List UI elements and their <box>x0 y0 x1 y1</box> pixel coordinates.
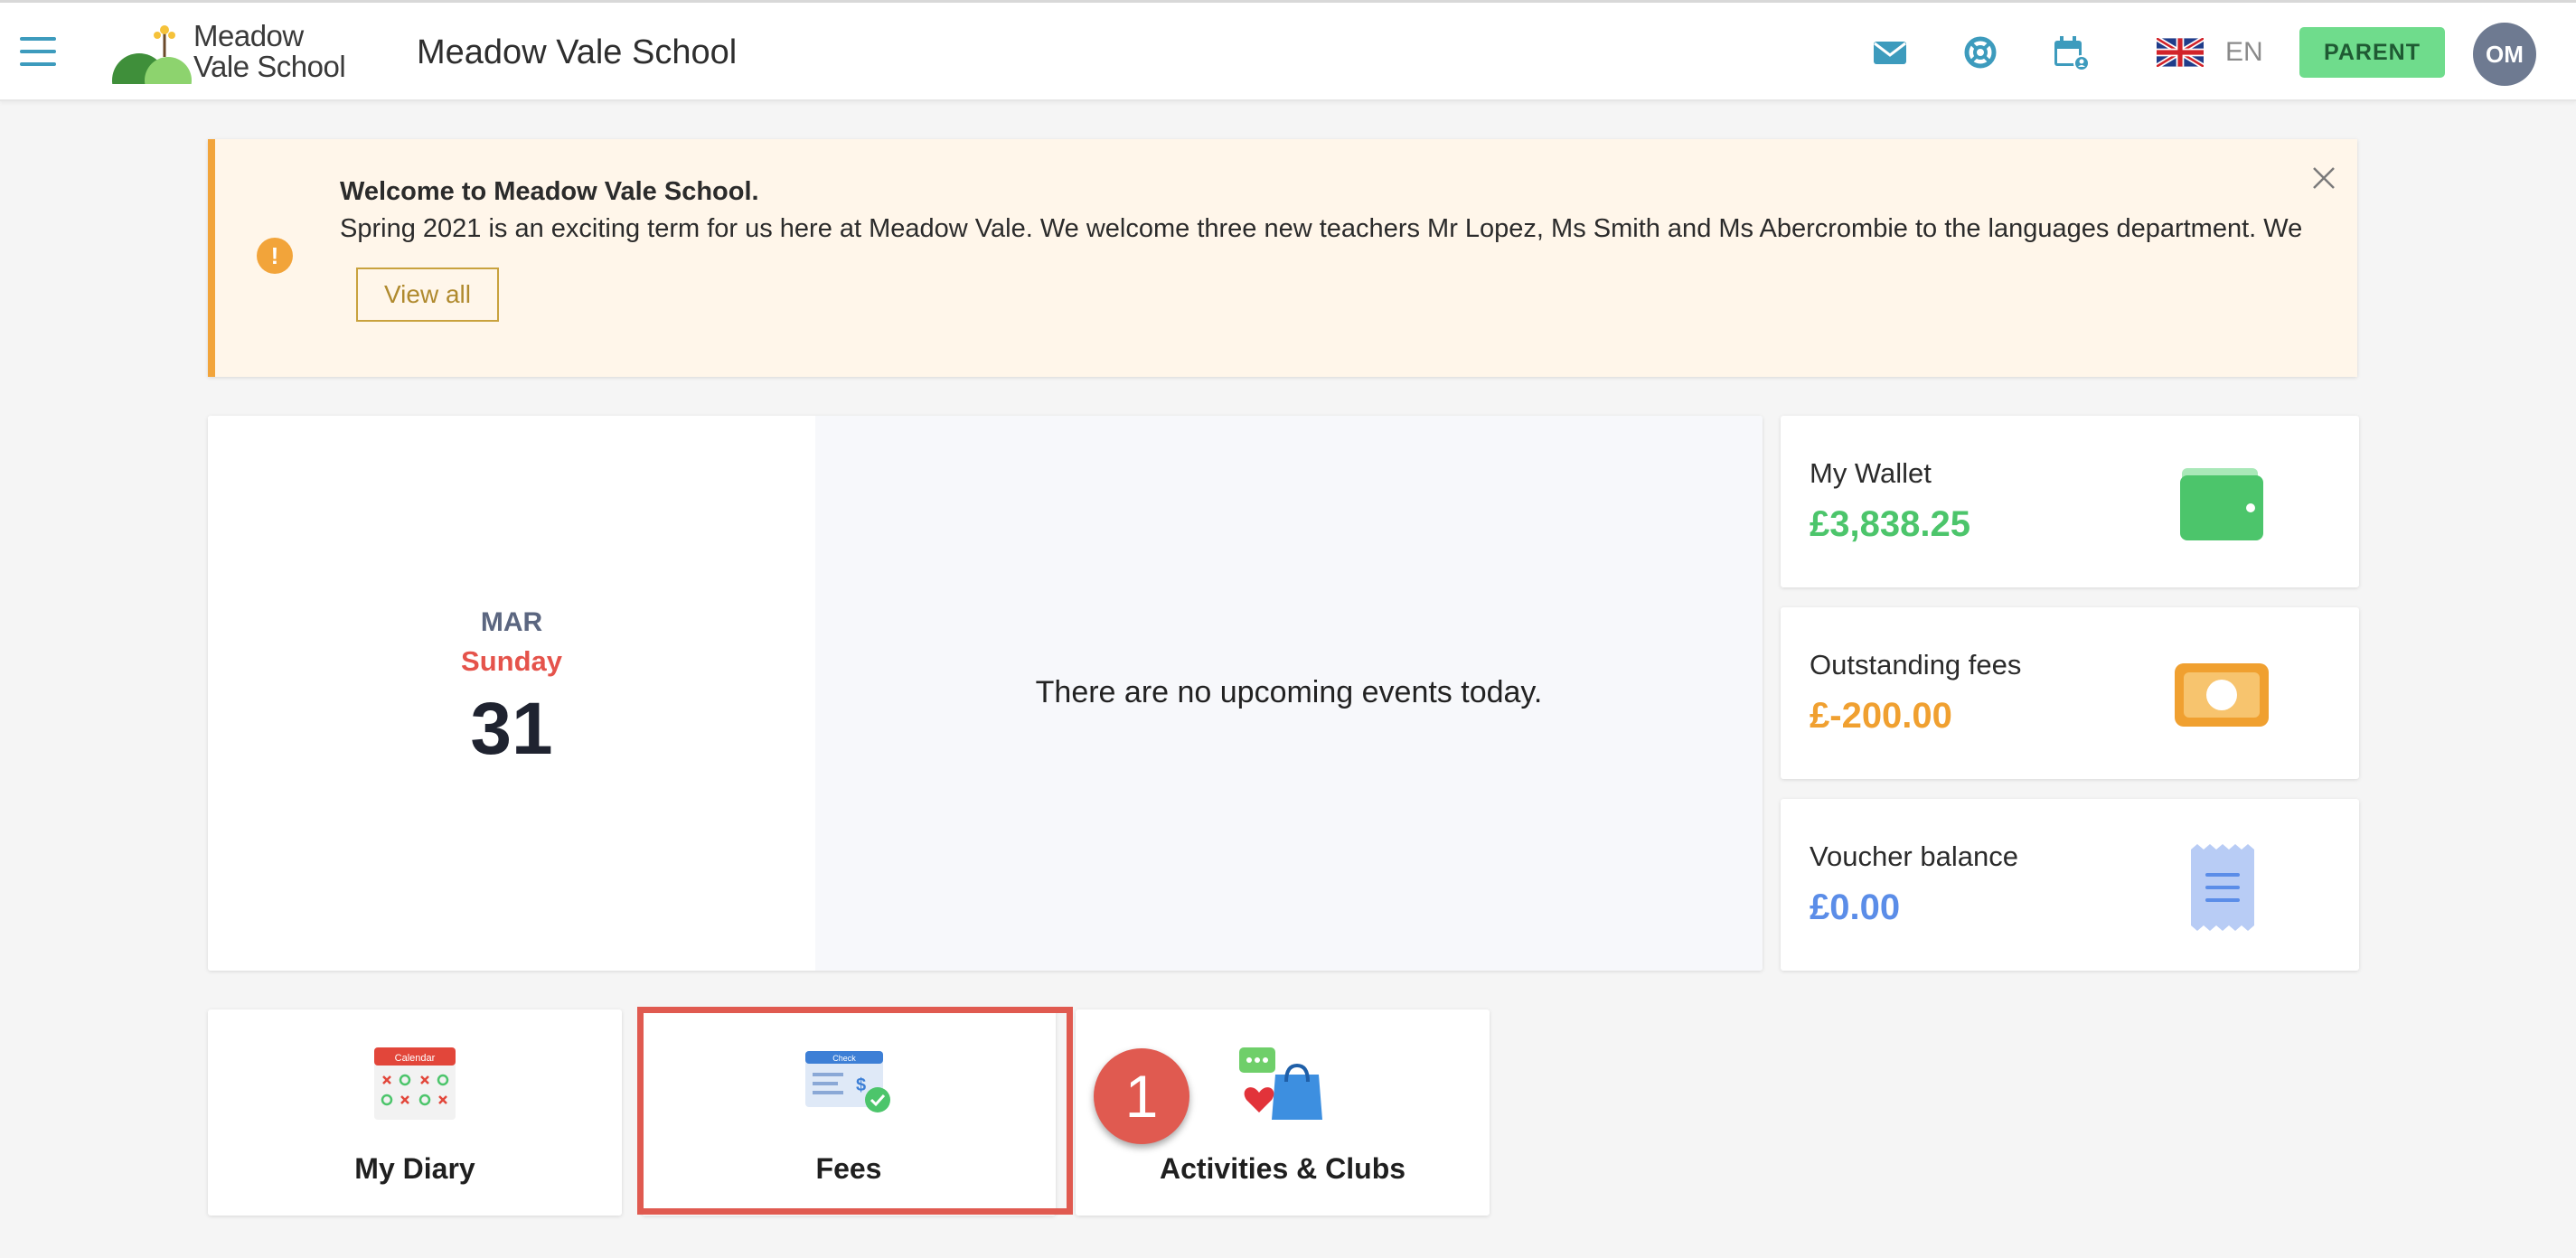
activities-clubs-label: Activities & Clubs <box>1159 1152 1406 1185</box>
language-code: EN <box>2225 37 2263 67</box>
voucher-balance-card[interactable]: Voucher balance £0.00 <box>1781 799 2359 971</box>
my-diary-label: My Diary <box>354 1152 475 1185</box>
day-number: 31 <box>470 688 553 770</box>
language-selector[interactable]: EN <box>2157 33 2263 71</box>
today-panel: MAR Sunday 31 There are no upcoming even… <box>208 416 1763 971</box>
support-icon[interactable] <box>1961 33 1999 71</box>
menu-icon[interactable] <box>20 37 56 66</box>
announcement-banner: ! Welcome to Meadow Vale School. Spring … <box>208 139 2357 377</box>
banknote-icon <box>2175 663 2269 727</box>
svg-text:$: $ <box>856 1075 866 1095</box>
voucher-balance-value: £0.00 <box>1810 887 1901 927</box>
outstanding-fees-value: £-200.00 <box>1810 696 1952 736</box>
step-badge: 1 <box>1094 1048 1189 1144</box>
shopping-bag-icon <box>1239 1047 1322 1120</box>
logo-text: Meadow Vale School <box>193 19 346 83</box>
role-parent-button[interactable]: PARENT <box>2299 27 2445 78</box>
outstanding-fees-card[interactable]: Outstanding fees £-200.00 <box>1781 607 2359 779</box>
school-name: Meadow Vale School <box>417 33 738 71</box>
view-all-button[interactable]: View all <box>356 268 499 322</box>
calendar-icon-caption: Calendar <box>395 1053 436 1064</box>
logo-line-1: Meadow <box>193 19 304 52</box>
school-logo[interactable]: Meadow Vale School <box>112 19 347 108</box>
weekday-label: Sunday <box>461 645 562 677</box>
fees-tile[interactable]: Check $ Fees <box>642 1009 1056 1216</box>
wallet-value: £3,838.25 <box>1810 504 1970 544</box>
events-area: There are no upcoming events today. <box>815 416 1763 971</box>
announcement-title: Welcome to Meadow Vale School. <box>340 177 759 206</box>
fees-label: Fees <box>815 1152 882 1185</box>
wallet-card[interactable]: My Wallet £3,838.25 <box>1781 416 2359 587</box>
mail-icon[interactable] <box>1871 33 1909 71</box>
date-block: MAR Sunday 31 <box>208 416 815 971</box>
check-bill-icon: Check $ <box>805 1051 890 1112</box>
receipt-icon <box>2191 844 2254 931</box>
wallet-icon <box>2180 468 2263 540</box>
uk-flag-icon <box>2157 38 2204 67</box>
announcement-text: Spring 2021 is an exciting term for us h… <box>340 214 2303 243</box>
logo-hills-icon <box>112 25 192 108</box>
close-icon[interactable] <box>2310 164 2337 192</box>
avatar[interactable]: OM <box>2473 23 2536 86</box>
calendar-icon: Calendar <box>374 1047 456 1120</box>
month-label: MAR <box>480 607 543 637</box>
calendar-user-icon[interactable] <box>2052 33 2090 71</box>
outstanding-fees-label: Outstanding fees <box>1810 649 2022 681</box>
check-bill-icon-caption: Check <box>832 1054 856 1063</box>
top-bar: Meadow Vale School Meadow Vale School EN… <box>0 3 2576 108</box>
my-diary-tile[interactable]: Calendar My Diary <box>208 1009 622 1216</box>
no-events-message: There are no upcoming events today. <box>1035 675 1543 709</box>
warning-icon: ! <box>257 238 293 274</box>
voucher-balance-label: Voucher balance <box>1810 840 2018 872</box>
logo-line-2: Vale School <box>193 50 346 83</box>
wallet-label: My Wallet <box>1810 457 1932 489</box>
